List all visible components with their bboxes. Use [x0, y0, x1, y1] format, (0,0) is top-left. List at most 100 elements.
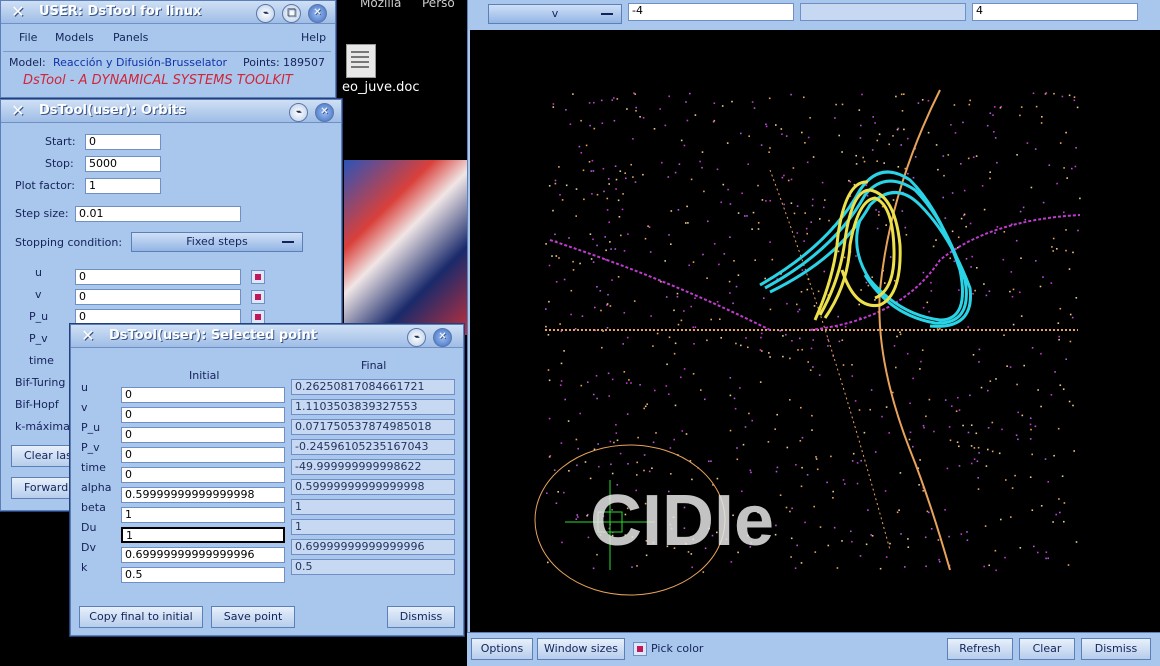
- initial-header: Initial: [189, 369, 220, 382]
- options-button[interactable]: Options: [471, 638, 533, 660]
- dropdown-dash-icon: [601, 13, 613, 15]
- model-value: Reacción y Difusión-Brusselator: [53, 56, 228, 69]
- final-value-pv: -0.24596105235167043: [291, 439, 455, 455]
- row-label-k: k: [81, 561, 88, 574]
- desktop-file-label[interactable]: eo_juve.doc: [342, 80, 419, 95]
- k-maxima-label: k-máxima: [15, 420, 70, 433]
- pick-color-label: Pick color: [651, 642, 704, 655]
- stop-input[interactable]: 5000: [85, 156, 161, 172]
- close-icon[interactable]: ✕: [315, 103, 334, 122]
- magenta-trajectory: [549, 214, 1081, 331]
- var-input-pu[interactable]: 0: [75, 309, 241, 325]
- var-label-u: u: [35, 266, 42, 279]
- menu-file[interactable]: File: [19, 31, 37, 44]
- pick-color-toggle[interactable]: Pick color: [629, 638, 739, 660]
- document-file-icon[interactable]: [346, 44, 376, 78]
- start-input[interactable]: 0: [85, 134, 161, 150]
- close-icon[interactable]: ✕: [308, 4, 327, 23]
- close-icon[interactable]: ✕: [433, 328, 452, 347]
- final-value-k: 0.5: [291, 559, 455, 575]
- initial-input-alpha[interactable]: 0.59999999999999998: [121, 487, 285, 503]
- selected-point-titlebar[interactable]: ✕ DsTool(user): Selected point – ✕: [71, 325, 463, 348]
- bif-turing-label: Bif-Turing: [15, 376, 66, 389]
- var-input-u[interactable]: 0: [75, 269, 241, 285]
- final-value-pu: 0.071750537874985018: [291, 419, 455, 435]
- final-value-time: -49.999999999998622: [291, 459, 455, 475]
- initial-input-v[interactable]: 0: [121, 407, 285, 423]
- initial-input-pv[interactable]: 0: [121, 447, 285, 463]
- initial-input-dv[interactable]: 0.69999999999999996: [121, 547, 285, 563]
- minimize-icon[interactable]: –: [289, 103, 308, 122]
- start-label: Start:: [45, 135, 76, 148]
- final-value-u: 0.26250817084661721: [291, 379, 455, 395]
- main-titlebar[interactable]: ✕ USER: DsTool for linux – □ ✕: [1, 1, 335, 24]
- clear-button[interactable]: Clear: [1019, 638, 1075, 660]
- desktop-topbar: Mozilla Perso: [336, 0, 468, 12]
- save-point-button[interactable]: Save point: [211, 606, 295, 628]
- plot-factor-label: Plot factor:: [15, 179, 75, 192]
- app-banner: DsTool - A DYNAMICAL SYSTEMS TOOLKIT: [23, 73, 293, 88]
- initial-input-k[interactable]: 0.5: [121, 567, 285, 583]
- row-label-pu: P_u: [81, 421, 101, 434]
- row-label-v: v: [81, 401, 88, 414]
- plot-canvas[interactable]: CIDIe: [470, 30, 1160, 632]
- maximize-icon[interactable]: □: [282, 4, 301, 23]
- var-label-v: v: [35, 288, 42, 301]
- final-value-dv: 0.69999999999999996: [291, 539, 455, 555]
- minimize-icon[interactable]: –: [407, 328, 426, 347]
- stopping-condition-select[interactable]: Fixed steps: [131, 232, 303, 252]
- topbar-item-mozilla[interactable]: Mozilla: [360, 0, 401, 10]
- topbar-item-perso[interactable]: Perso: [422, 0, 455, 10]
- initial-input-u[interactable]: 0: [121, 387, 285, 403]
- dropdown-dash-icon: [282, 241, 294, 243]
- dismiss-plot-button[interactable]: Dismiss: [1081, 638, 1151, 660]
- model-info-bar: Model: Reacción y Difusión-Brusselator P…: [3, 51, 331, 92]
- dismiss-button[interactable]: Dismiss: [387, 606, 455, 628]
- var-checkbox-pu[interactable]: [251, 310, 265, 324]
- stopping-condition-label: Stopping condition:: [15, 236, 123, 249]
- menu-panels[interactable]: Panels: [113, 31, 148, 44]
- menu-help[interactable]: Help: [301, 31, 326, 44]
- initial-input-time[interactable]: 0: [121, 467, 285, 483]
- initial-input-pu[interactable]: 0: [121, 427, 285, 443]
- final-value-du: 1: [291, 519, 455, 535]
- main-window: ✕ USER: DsTool for linux – □ ✕ File Mode…: [0, 0, 336, 98]
- selected-point-title: DsTool(user): Selected point: [109, 328, 317, 343]
- axis-variable-select[interactable]: v: [488, 4, 622, 24]
- var-checkbox-u[interactable]: [251, 270, 265, 284]
- step-size-input[interactable]: 0.01: [75, 206, 241, 222]
- orbits-window-title: DsTool(user): Orbits: [39, 103, 186, 118]
- row-label-dv: Dv: [81, 541, 96, 554]
- axis-max-input[interactable]: 4: [972, 3, 1138, 21]
- var-label-time: time: [29, 354, 54, 367]
- menu-models[interactable]: Models: [55, 31, 94, 44]
- copy-final-to-initial-button[interactable]: Copy final to initial: [79, 606, 203, 628]
- app-x-icon: ✕: [81, 326, 95, 345]
- row-label-u: u: [81, 381, 88, 394]
- selected-point-window: ✕ DsTool(user): Selected point – ✕ Initi…: [70, 324, 464, 636]
- row-label-beta: beta: [81, 501, 106, 514]
- plot-factor-input[interactable]: 1: [85, 178, 161, 194]
- var-label-pv: P_v: [29, 332, 48, 345]
- minimize-icon[interactable]: –: [256, 4, 275, 23]
- initial-input-du[interactable]: 1: [121, 527, 285, 543]
- pick-color-checkbox[interactable]: [633, 642, 647, 656]
- initial-input-beta[interactable]: 1: [121, 507, 285, 523]
- orbits-titlebar[interactable]: ✕ DsTool(user): Orbits – ✕: [1, 100, 341, 123]
- axis-min-input[interactable]: -4: [628, 3, 794, 21]
- cidie-logo: CIDIe: [590, 481, 774, 561]
- refresh-button[interactable]: Refresh: [947, 638, 1013, 660]
- stop-label: Stop:: [45, 157, 74, 170]
- window-sizes-button[interactable]: Window sizes: [537, 638, 625, 660]
- app-x-icon: ✕: [11, 2, 25, 21]
- diagonal-trace: [769, 169, 891, 551]
- app-x-icon: ✕: [11, 101, 25, 120]
- var-label-pu: P_u: [29, 310, 49, 323]
- axis-middle-field[interactable]: [800, 3, 966, 21]
- var-input-v[interactable]: 0: [75, 289, 241, 305]
- row-label-pv: P_v: [81, 441, 100, 454]
- step-size-label: Step size:: [15, 207, 69, 220]
- orbit-plot[interactable]: CIDIe: [470, 30, 1160, 632]
- final-value-beta: 1: [291, 499, 455, 515]
- var-checkbox-v[interactable]: [251, 290, 265, 304]
